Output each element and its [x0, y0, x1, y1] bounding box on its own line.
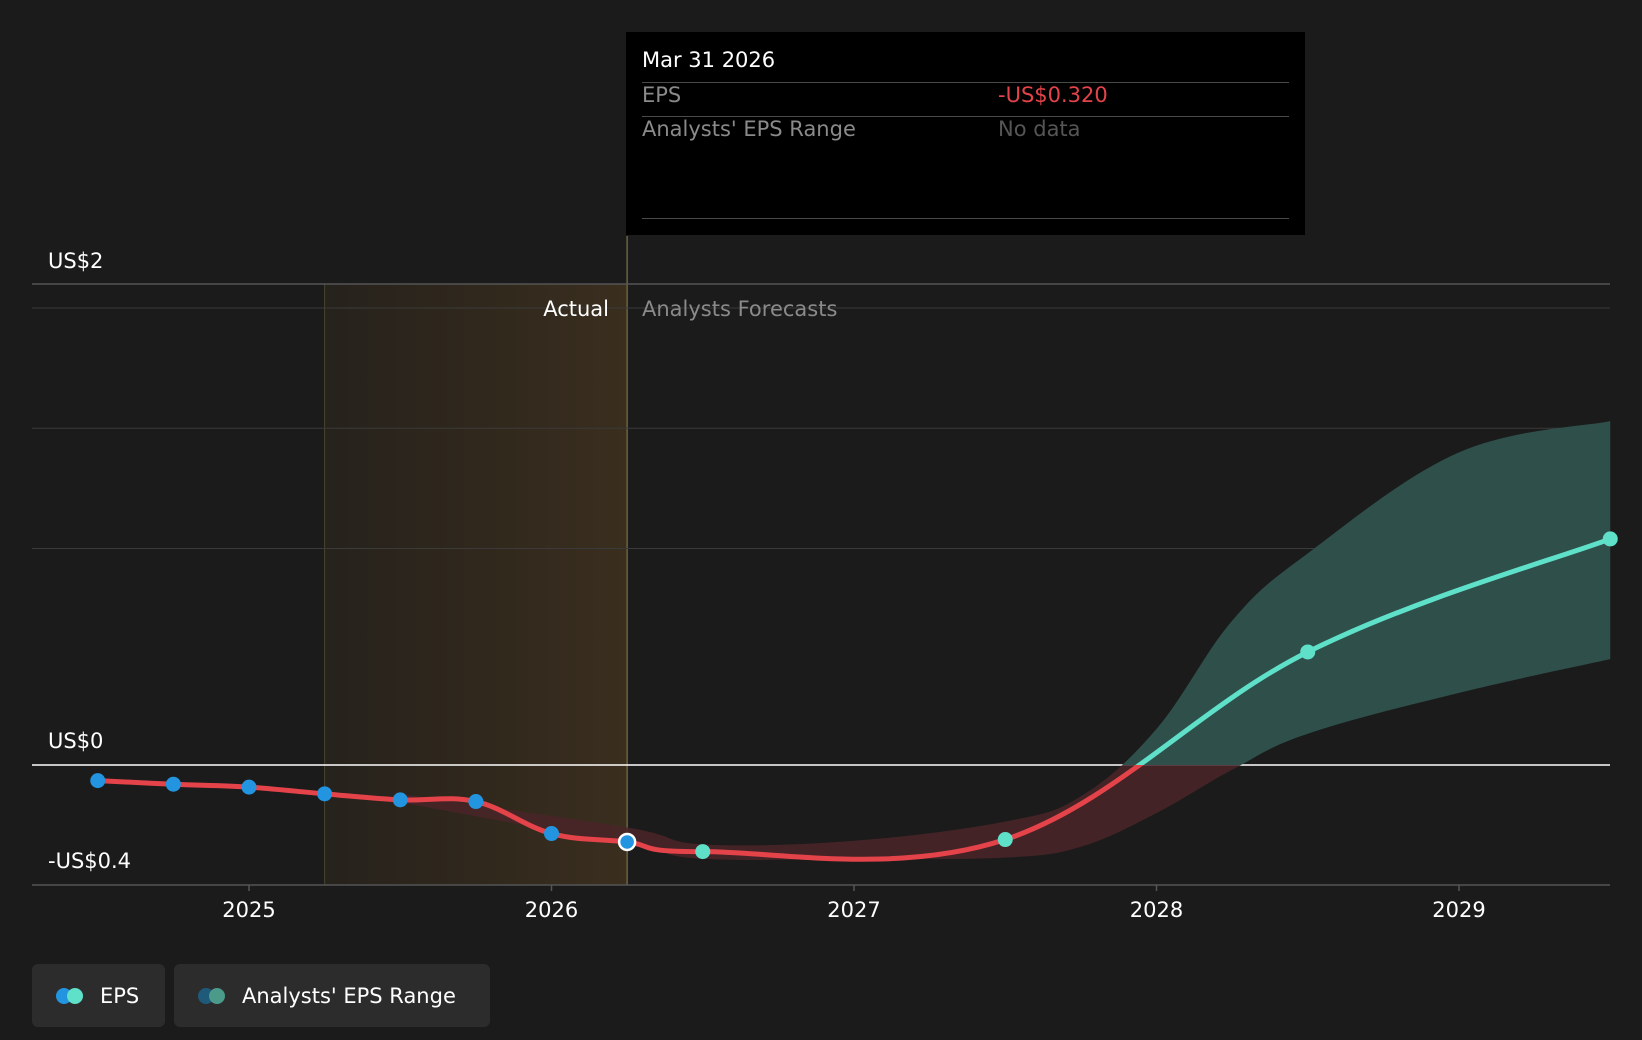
tooltip-eps-key: EPS	[642, 83, 682, 107]
actual-section-label: Actual	[543, 297, 609, 321]
eps-actual-point	[90, 773, 106, 789]
tooltip-eps-value: -US$0.320	[998, 83, 1108, 107]
legend-item-range[interactable]: Analysts' EPS Range	[174, 964, 490, 1027]
legend-item-eps[interactable]: EPS	[32, 964, 165, 1027]
x-tick-label: 2028	[1130, 898, 1183, 922]
x-tick-label: 2027	[827, 898, 880, 922]
y-tick-label-2: US$2	[48, 249, 103, 273]
eps-forecast-point	[997, 832, 1013, 848]
tooltip-divider	[642, 82, 1289, 83]
eps-forecast-point	[695, 844, 711, 860]
legend-label-range: Analysts' EPS Range	[242, 983, 456, 1008]
eps-forecast-point	[1300, 644, 1316, 660]
x-tick-label: 2026	[525, 898, 578, 922]
eps-actual-point	[241, 779, 257, 795]
legend-label-eps: EPS	[100, 983, 140, 1008]
y-tick-label-0: US$0	[48, 729, 103, 753]
eps-forecast-point	[1602, 531, 1618, 547]
y-tick-label-neg: -US$0.4	[48, 849, 131, 873]
eps-actual-point	[544, 826, 559, 842]
range-legend-icon	[198, 987, 230, 1005]
eps-actual-point	[468, 794, 484, 810]
tooltip: Mar 31 2026 EPS -US$0.320 Analysts' EPS …	[626, 32, 1305, 235]
eps-actual-point	[317, 786, 333, 802]
tooltip-range-value: No data	[998, 117, 1081, 141]
eps-actual-point	[165, 776, 181, 792]
eps-legend-icon	[56, 987, 88, 1005]
forecast-section-label: Analysts Forecasts	[642, 297, 837, 321]
x-tick-label: 2029	[1432, 898, 1485, 922]
tooltip-divider	[642, 218, 1289, 219]
eps-actual-point	[617, 832, 637, 852]
tooltip-date: Mar 31 2026	[642, 48, 776, 72]
x-tick-label: 2025	[222, 898, 275, 922]
eps-actual-point	[392, 792, 408, 808]
tooltip-range-key: Analysts' EPS Range	[642, 117, 856, 141]
